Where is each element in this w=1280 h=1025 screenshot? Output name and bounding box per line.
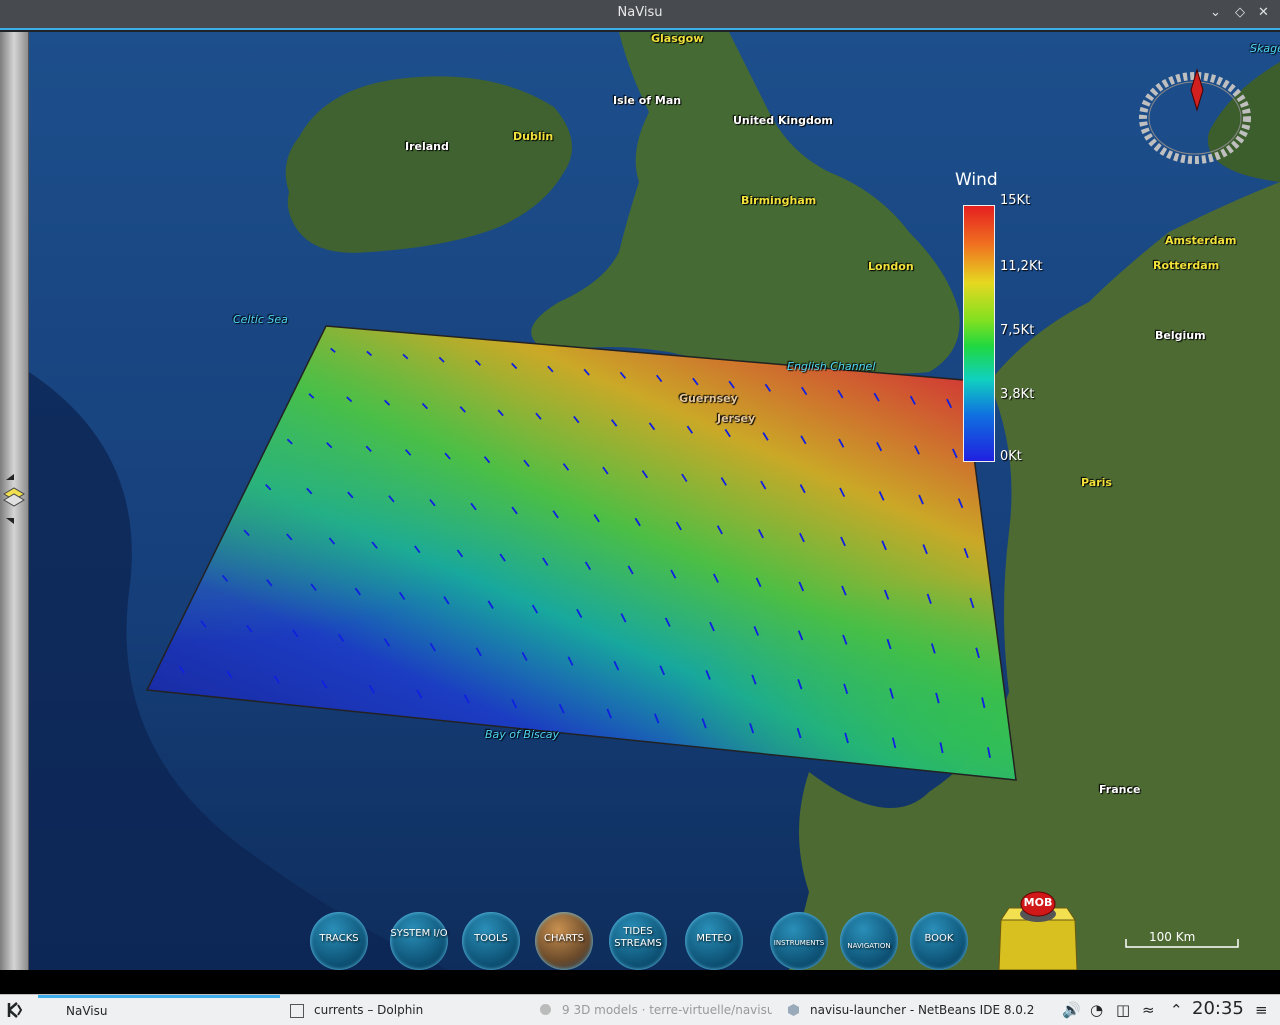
minimize-icon[interactable]: ⌄	[1210, 5, 1221, 20]
place-label-skage: Skage	[1250, 42, 1280, 55]
netbeans-icon	[788, 1004, 799, 1016]
app-launcher-icon[interactable]	[6, 1001, 24, 1019]
charts-button[interactable]: CHARTS	[535, 912, 593, 970]
place-label-france: France	[1099, 783, 1141, 796]
book-button[interactable]: BOOK	[910, 912, 968, 970]
task-dolphin[interactable]: currents – Dolphin	[314, 995, 524, 1025]
taskbar: NaVisu currents – Dolphin 9 3D models · …	[0, 994, 1280, 1025]
legend-color-bar	[963, 205, 995, 462]
dolphin-icon	[290, 1004, 304, 1018]
tracks-button[interactable]: TRACKS	[310, 912, 368, 970]
clock[interactable]: 20:35	[1192, 998, 1244, 1019]
task-browser[interactable]: 9 3D models · terre-virtuelle/navisu W	[562, 995, 772, 1025]
clipboard-icon[interactable]: ◫	[1116, 1001, 1130, 1019]
place-label-bay-of-biscay: Bay of Biscay	[485, 728, 560, 741]
legend-label-max: 15Kt	[1000, 193, 1031, 208]
close-icon[interactable]: ✕	[1258, 5, 1269, 20]
compass-icon[interactable]	[1139, 68, 1251, 164]
place-label-isle-of-man: Isle of Man	[613, 94, 682, 107]
task-navisu[interactable]: NaVisu	[38, 995, 280, 1025]
place-label-belgium: Belgium	[1155, 329, 1206, 342]
scale-bar	[1125, 939, 1239, 948]
bottom-strip	[0, 970, 1280, 994]
window-title: NaVisu	[617, 5, 663, 20]
place-label-amsterdam: Amsterdam	[1165, 234, 1237, 247]
browser-icon	[540, 1004, 551, 1015]
legend-label-min: 0Kt	[1000, 449, 1022, 464]
meteo-button[interactable]: METEO	[685, 912, 743, 970]
place-label-ireland: Ireland	[405, 140, 449, 153]
menu-icon[interactable]: ≡	[1255, 1001, 1268, 1019]
place-label-english-channel: English Channel	[787, 360, 876, 373]
legend-label-mid: 7,5Kt	[1000, 323, 1035, 338]
legend-title: Wind	[955, 170, 998, 190]
mob-button[interactable]: MOB	[997, 890, 1079, 970]
volume-icon[interactable]: 🔊	[1062, 1001, 1081, 1019]
place-label-rotterdam: Rotterdam	[1153, 259, 1220, 272]
place-label-dublin: Dublin	[513, 130, 554, 143]
window-titlebar: NaVisu ⌄ ◇ ✕	[0, 0, 1280, 28]
place-label-birmingham: Birmingham	[741, 194, 817, 207]
place-label-celtic-sea: Celtic Sea	[233, 313, 288, 326]
svg-text:MOB: MOB	[1024, 896, 1053, 909]
place-label-paris: Paris	[1081, 476, 1112, 489]
map-canvas[interactable]	[29, 32, 1280, 970]
system-io-button[interactable]: SYSTEM I/O	[390, 912, 448, 970]
place-label-guernsey: Guernsey	[679, 392, 738, 405]
place-label-jersey: Jersey	[717, 412, 756, 425]
place-label-united-kingdom: United Kingdom	[733, 114, 833, 127]
legend-label-low: 3,8Kt	[1000, 387, 1035, 402]
tray-expand-icon[interactable]: ⌃	[1170, 1001, 1183, 1019]
network-activity-icon[interactable]: ◔	[1090, 1001, 1103, 1019]
side-panel-handle[interactable]	[0, 32, 29, 972]
app-area: Glasgow Isle of Man Ireland Dublin United Ki…	[0, 28, 1280, 972]
instruments-button[interactable]: INSTRUMENTS	[770, 912, 828, 970]
navigation-button[interactable]: NAVIGATION	[840, 912, 898, 970]
tides-streams-button[interactable]: TIDES STREAMS	[609, 912, 667, 970]
globe-view[interactable]: Glasgow Isle of Man Ireland Dublin United Ki…	[29, 32, 1280, 970]
legend-label-high: 11,2Kt	[1000, 259, 1043, 274]
maximize-icon[interactable]: ◇	[1235, 5, 1245, 20]
tools-button[interactable]: TOOLS	[462, 912, 520, 970]
place-label-glasgow: Glasgow	[651, 32, 704, 45]
task-netbeans[interactable]: navisu-launcher - NetBeans IDE 8.0.2	[810, 995, 1050, 1025]
wifi-icon[interactable]: ≈	[1142, 1001, 1155, 1019]
layers-icon[interactable]	[0, 472, 28, 532]
place-label-london: London	[868, 260, 914, 273]
